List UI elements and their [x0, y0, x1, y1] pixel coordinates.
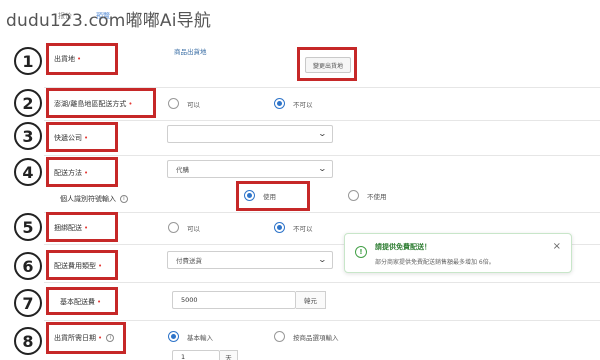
field-label-base-fee: 基本配送費 • [60, 298, 102, 306]
radio-button-icon[interactable] [168, 98, 179, 109]
step-number-8: 8 [14, 327, 42, 355]
toast-body: 部分商家提供免費配送銷售額最多增加 6倍。 [375, 259, 495, 266]
base-fee-unit: 韓元 [296, 291, 326, 309]
change-origin-button[interactable]: 變更出貨地 [305, 57, 351, 73]
chevron-down-icon: ⌄ [317, 164, 328, 173]
divider [44, 320, 600, 321]
step-number-1: 1 [14, 47, 42, 75]
info-icon[interactable]: i [120, 195, 128, 203]
field-label-delivery-method: 配送方法 • [54, 169, 89, 177]
radio-bundle-yes[interactable]: 可以 [168, 222, 200, 233]
field-label-courier: 快遞公司 • [54, 134, 89, 142]
field-label-ship-days: 出貨所需日期 • i [54, 333, 115, 343]
divider [44, 155, 600, 156]
step-number-7: 7 [14, 289, 42, 317]
info-icon[interactable]: i [106, 334, 115, 342]
radio-button-selected-icon[interactable] [168, 331, 179, 342]
origin-sublabel: 商品出貨地 [174, 48, 207, 56]
ship-days-unit: 天 [220, 350, 238, 360]
radio-islands-yes[interactable]: 可以 [168, 98, 200, 109]
ship-days-input[interactable]: 1 [172, 350, 220, 360]
divider [44, 212, 600, 213]
step-number-3: 3 [14, 122, 42, 150]
step-number-4: 4 [14, 158, 42, 186]
close-icon[interactable]: × [553, 241, 561, 252]
fee-type-select[interactable]: 付費送貨 ⌄ [167, 251, 333, 269]
field-label-origin: 出貨地 • [54, 55, 82, 63]
field-label-islands: 澎湖/離島地區配送方式 • [54, 100, 133, 108]
radio-ship-days-basic[interactable]: 基本輸入 [168, 331, 213, 342]
radio-personal-id-use[interactable]: 使用 [244, 190, 276, 201]
base-fee-input[interactable]: 5000 [172, 291, 296, 309]
radio-bundle-no[interactable]: 不可以 [274, 222, 313, 233]
radio-button-selected-icon[interactable] [274, 98, 285, 109]
delivery-method-select[interactable]: 代購 ⌄ [167, 160, 333, 178]
toast-title: 請提供免費配送！ [375, 243, 431, 251]
radio-button-icon[interactable] [274, 331, 285, 342]
free-shipping-toast: ! 請提供免費配送！ 部分商家提供免費配送銷售額最多增加 6倍。 × [344, 233, 572, 273]
personal-id-label: 個人識別符號輸入 i [60, 194, 128, 204]
step-number-5: 5 [14, 213, 42, 241]
radio-button-selected-icon[interactable] [274, 222, 285, 233]
radio-ship-days-per-option[interactable]: 按商品選項輸入 [274, 331, 339, 342]
check-circle-icon: ! [355, 246, 367, 258]
radio-button-icon[interactable] [168, 222, 179, 233]
chevron-down-icon: ⌄ [317, 255, 328, 264]
field-label-fee-type: 配送費用類型 • [54, 262, 103, 270]
radio-personal-id-not-use[interactable]: 不使用 [348, 190, 387, 201]
divider [44, 282, 600, 283]
courier-select[interactable]: ⌄ [167, 125, 333, 143]
radio-button-icon[interactable] [348, 190, 359, 201]
step-number-2: 2 [14, 89, 42, 117]
divider [44, 120, 600, 121]
field-label-bundle: 捆綁配送 • [54, 224, 89, 232]
watermark: dudu123.com嘟嘟Ai导航 [6, 11, 212, 31]
chevron-down-icon: ⌄ [317, 129, 328, 138]
radio-islands-no[interactable]: 不可以 [274, 98, 313, 109]
step-number-6: 6 [14, 252, 42, 280]
radio-button-selected-icon[interactable] [244, 190, 255, 201]
